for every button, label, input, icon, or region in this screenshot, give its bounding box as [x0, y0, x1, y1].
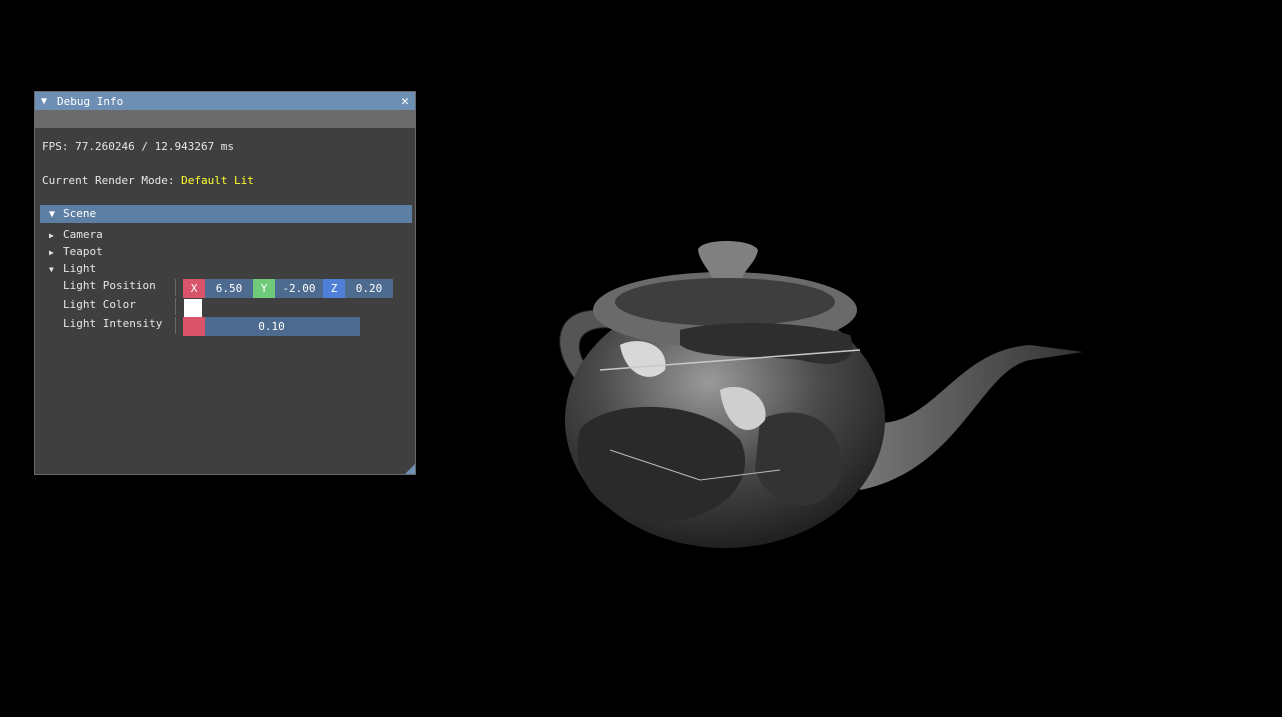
x-label: X — [183, 279, 205, 298]
render-mode-label: Current Render Mode: — [42, 174, 175, 187]
collapse-arrow-icon: ▼ — [49, 265, 54, 274]
z-label: Z — [323, 279, 345, 298]
light-intensity-label: Light Intensity — [63, 317, 163, 330]
render-mode-value: Default Lit — [181, 174, 254, 187]
column-separator — [175, 317, 176, 334]
scene-header-label: Scene — [63, 207, 97, 220]
slider-value: 0.10 — [258, 320, 285, 333]
light-position-input[interactable]: X 6.50 Y -2.00 Z 0.20 — [183, 279, 393, 298]
window-content: FPS: 77.260246 / 12.943267 ms Current Re… — [35, 138, 415, 189]
tree-node-light[interactable]: ▼ Light — [49, 260, 96, 277]
expand-arrow-icon: ▶ — [49, 231, 54, 240]
tree-node-label: Light — [63, 262, 97, 275]
window-menubar — [35, 110, 415, 128]
tree-node-teapot[interactable]: ▶ Teapot — [49, 243, 103, 260]
column-separator — [175, 279, 176, 296]
resize-grip[interactable] — [405, 464, 415, 474]
x-value-field[interactable]: 6.50 — [205, 279, 253, 298]
debug-info-window[interactable]: ▼ Debug Info ✕ FPS: 77.260246 / 12.94326… — [34, 91, 416, 475]
light-intensity-slider[interactable]: 0.10 — [183, 317, 360, 336]
expand-arrow-icon: ▶ — [49, 248, 54, 257]
tree-node-label: Camera — [63, 228, 103, 241]
window-titlebar[interactable]: ▼ Debug Info ✕ — [35, 92, 415, 110]
fps-text: FPS: 77.260246 / 12.943267 ms — [42, 140, 235, 153]
light-color-label: Light Color — [63, 298, 136, 311]
z-value-field[interactable]: 0.20 — [345, 279, 393, 298]
y-label: Y — [253, 279, 275, 298]
window-title: Debug Info — [57, 94, 124, 108]
tree-node-camera[interactable]: ▶ Camera — [49, 226, 103, 243]
close-icon[interactable]: ✕ — [401, 95, 409, 108]
collapse-arrow-icon[interactable]: ▼ — [41, 96, 53, 107]
scene-collapse-icon: ▼ — [49, 209, 56, 220]
light-position-label: Light Position — [63, 279, 156, 292]
render-mode-line: Current Render Mode: Default Lit — [42, 172, 415, 189]
y-value-field[interactable]: -2.00 — [275, 279, 323, 298]
light-color-swatch[interactable] — [184, 299, 202, 317]
tree-node-label: Teapot — [63, 245, 103, 258]
scene-header[interactable]: ▼ Scene — [40, 205, 412, 223]
column-separator — [175, 298, 176, 315]
